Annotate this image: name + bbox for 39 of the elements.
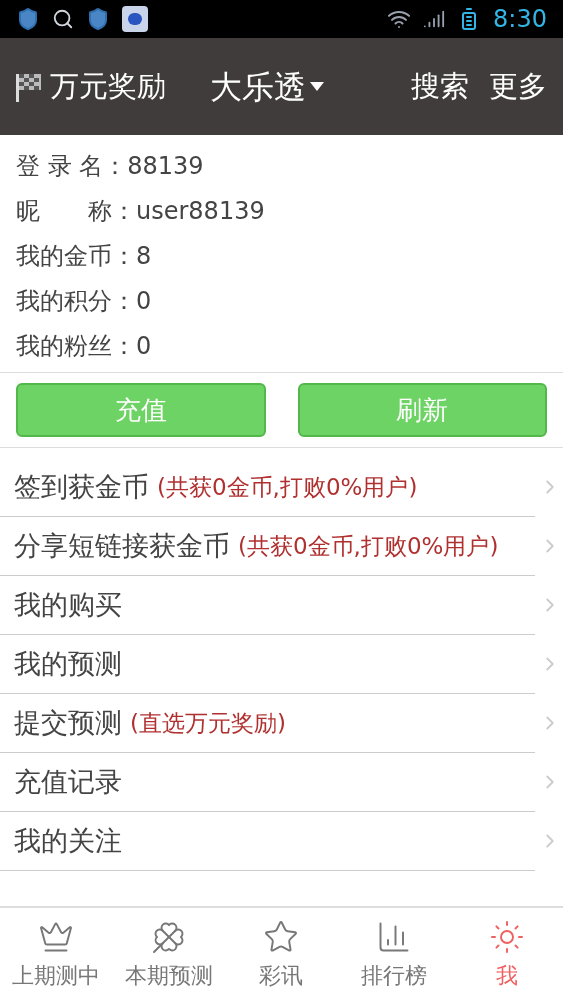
menu-item[interactable]: 签到获金币 (共获0金币,打败0%用户) [0,458,535,517]
menu-item[interactable]: 提交预测 (直选万元奖励) [0,694,535,753]
search-icon [52,8,74,30]
menu-item[interactable]: 我的购买 [0,576,535,635]
shield-icon [16,7,40,31]
menu-item[interactable]: 我的关注 [0,812,535,871]
sun-icon [488,918,525,955]
profile-field: 我的积分：0 [16,278,547,323]
caret-icon [310,82,324,91]
signal-icon [423,8,446,30]
profile-field: 我的金币：8 [16,233,547,278]
reward-button[interactable]: 万元奖励 [16,64,166,109]
menu-label: 我的购买 [14,587,122,622]
menu-note: (共获0金币,打败0%用户) [238,532,499,561]
menu-note: (直选万元奖励) [130,709,286,738]
menu-label: 分享短链接获金币 [14,528,230,563]
menu-label: 充值记录 [14,764,122,799]
menu-label: 我的预测 [14,646,122,681]
header-action[interactable]: 更多 [489,64,547,109]
lottery-dropdown[interactable]: 大乐透 [210,62,324,111]
tab-item[interactable]: 彩讯 [225,908,338,1002]
menu-item[interactable]: 分享短链接获金币 (共获0金币,打败0%用户) [0,517,535,576]
shield-icon [86,7,110,31]
tab-item[interactable]: 本期预测 [112,908,226,1002]
menu-label: 签到获金币 [14,469,149,504]
profile-field: 昵 称：user88139 [16,188,547,233]
tab-item[interactable]: 排行榜 [337,908,451,1002]
menu-label: 提交预测 [14,705,122,740]
menu-note: (共获0金币,打败0%用户) [157,473,418,502]
menu-label: 我的关注 [14,823,122,858]
tab-item[interactable]: 上期测中 [0,908,113,1002]
profile-field: 我的粉丝：0 [16,323,547,368]
profile-field: 登 录 名：88139 [16,143,547,188]
star-icon [263,918,300,955]
checkered-flag-icon [16,71,42,102]
menu-item[interactable]: 我的预测 [0,635,535,694]
clock: 8:30 [493,4,547,35]
menu-item[interactable]: 充值记录 [0,753,535,812]
header-action[interactable]: 搜索 [411,64,469,109]
